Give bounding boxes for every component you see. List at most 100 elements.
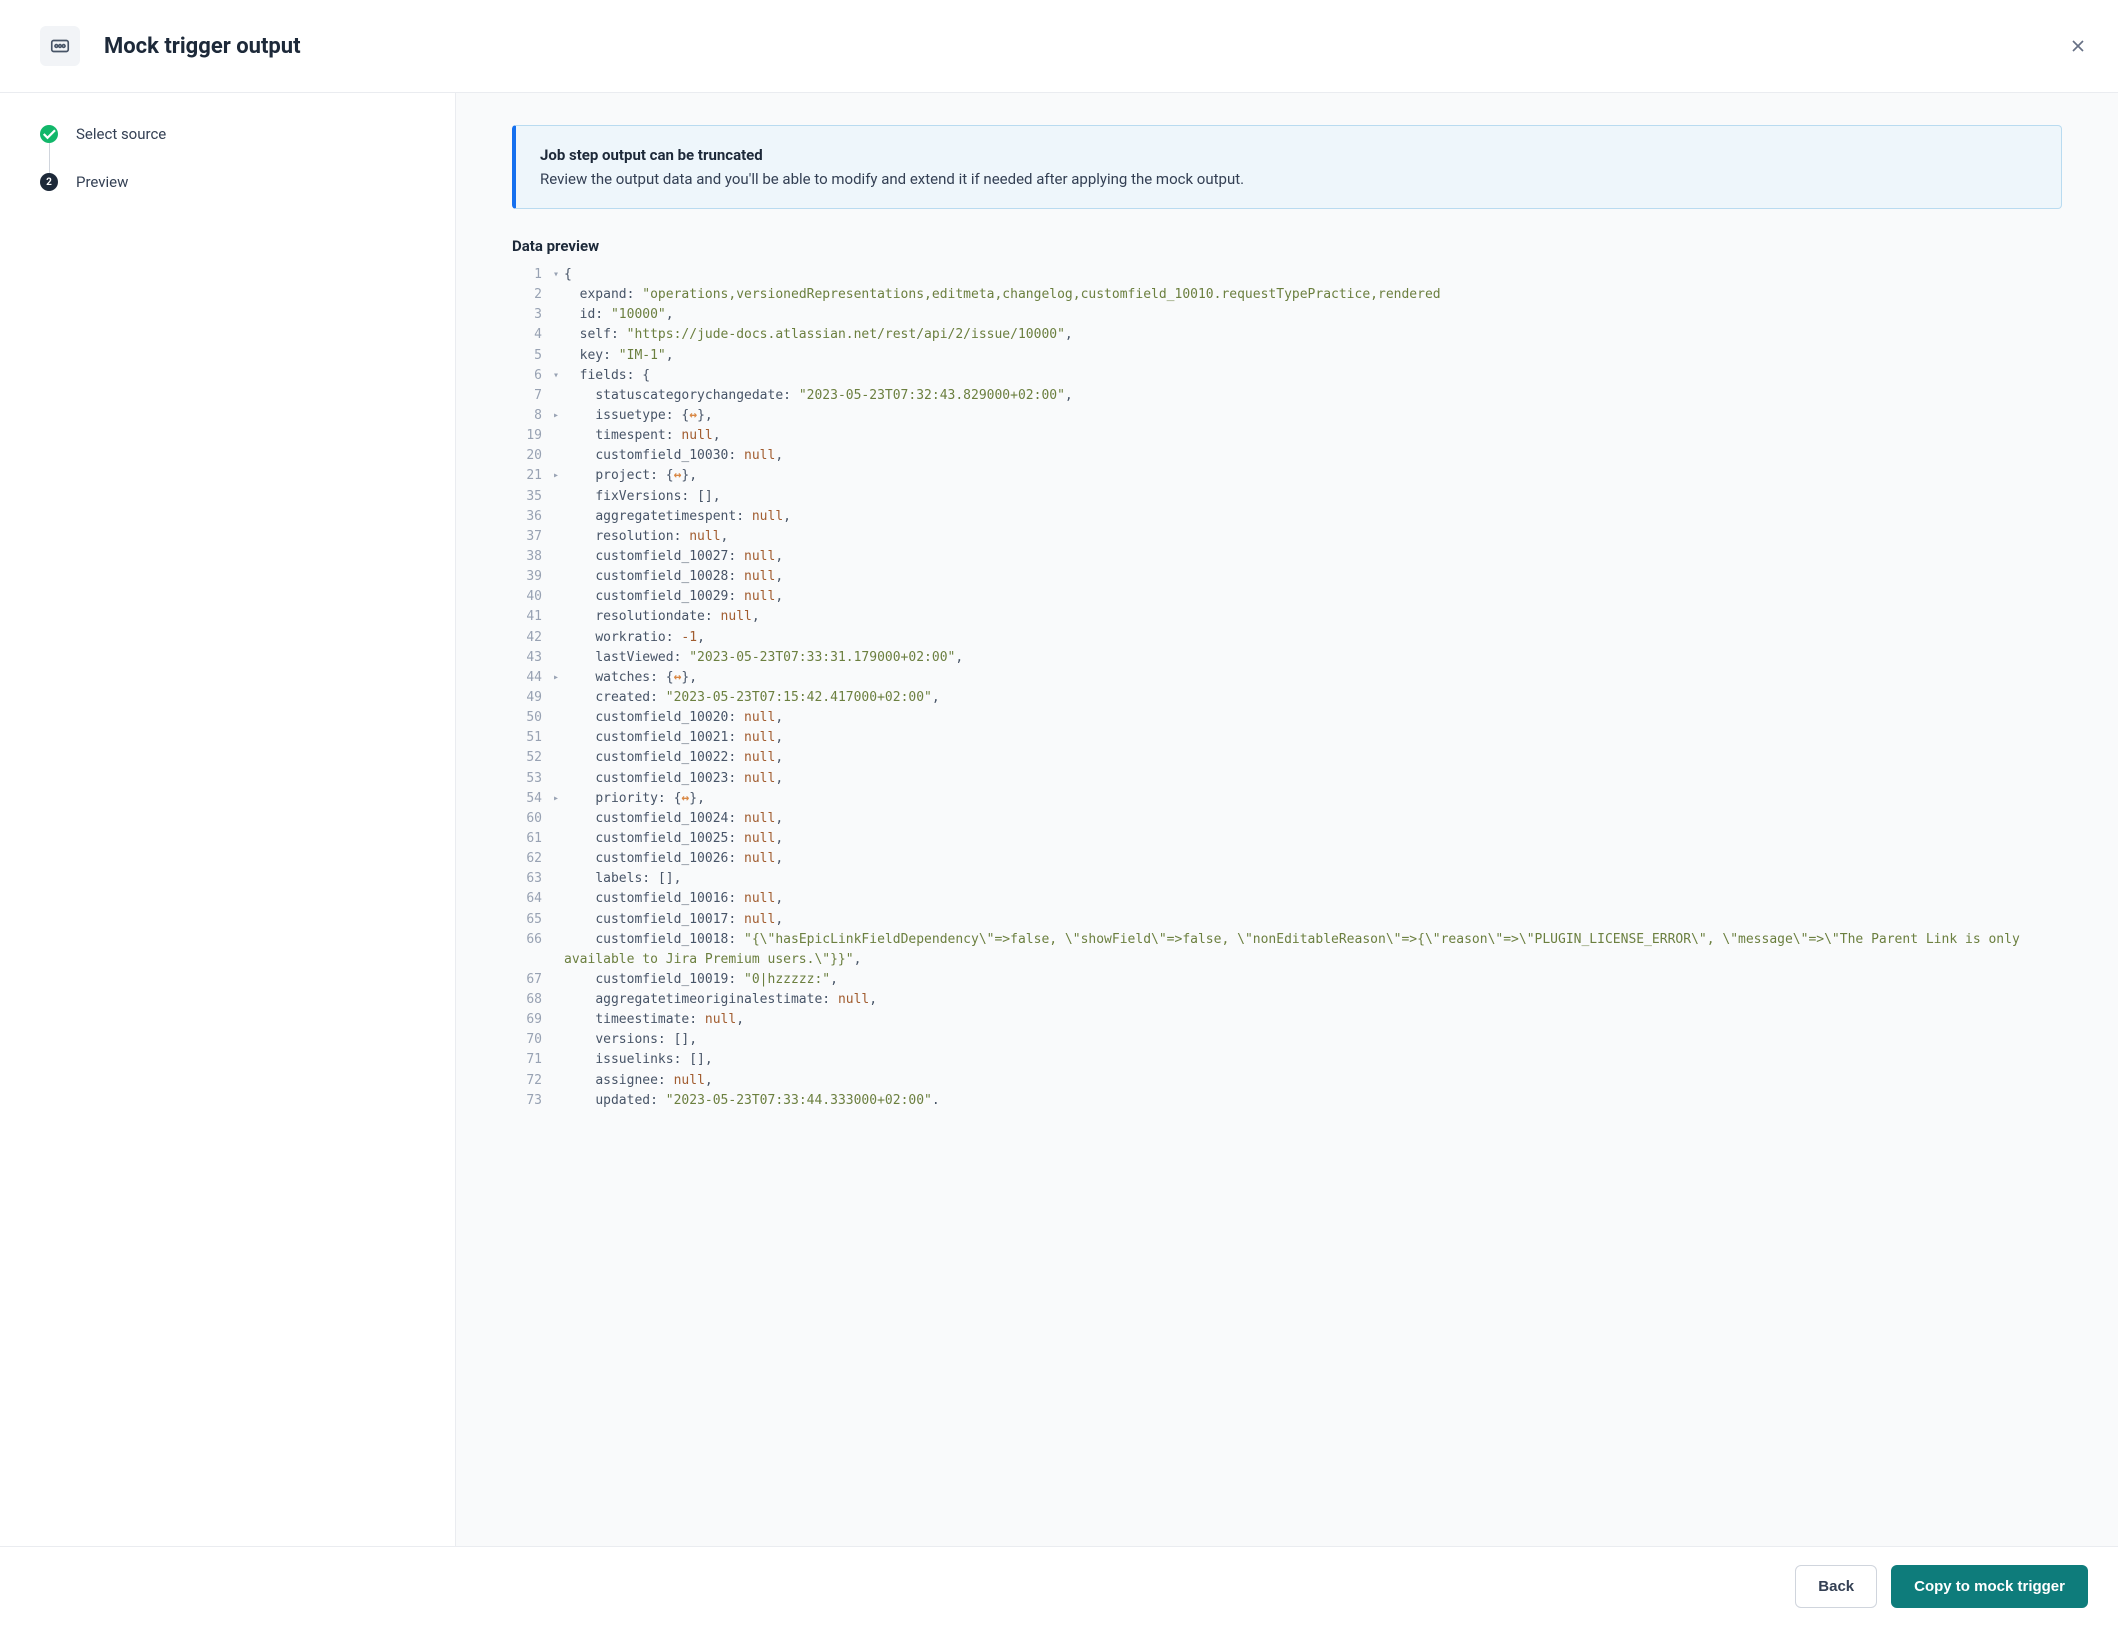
fold-toggle-icon bbox=[548, 607, 564, 627]
code-line: 6▾ fields: { bbox=[512, 366, 2062, 386]
code-line: 64 customfield_10016: null, bbox=[512, 889, 2062, 909]
code-line: 4 self: "https://jude-docs.atlassian.net… bbox=[512, 325, 2062, 345]
code-line: 20 customfield_10030: null, bbox=[512, 446, 2062, 466]
code-line: 49 created: "2023-05-23T07:15:42.417000+… bbox=[512, 688, 2062, 708]
line-number: 1 bbox=[512, 265, 548, 285]
code-content: statuscategorychangedate: "2023-05-23T07… bbox=[564, 386, 2062, 406]
code-content: versions: [], bbox=[564, 1030, 2062, 1050]
line-number: 70 bbox=[512, 1030, 548, 1050]
line-number: 64 bbox=[512, 889, 548, 909]
line-number: 69 bbox=[512, 1010, 548, 1030]
code-content: customfield_10019: "0|hzzzzz:", bbox=[564, 970, 2062, 990]
code-content: lastViewed: "2023-05-23T07:33:31.179000+… bbox=[564, 648, 2062, 668]
line-number: 43 bbox=[512, 648, 548, 668]
info-notice: Job step output can be truncated Review … bbox=[512, 125, 2062, 209]
line-number: 8 bbox=[512, 406, 548, 426]
fold-toggle-icon bbox=[548, 628, 564, 648]
code-line: 67 customfield_10019: "0|hzzzzz:", bbox=[512, 970, 2062, 990]
code-content: issuelinks: [], bbox=[564, 1050, 2062, 1070]
code-content: resolution: null, bbox=[564, 527, 2062, 547]
modal-footer: Back Copy to mock trigger bbox=[0, 1546, 2118, 1626]
code-content: aggregatetimespent: null, bbox=[564, 507, 2062, 527]
code-line: 52 customfield_10022: null, bbox=[512, 748, 2062, 768]
code-line: 19 timespent: null, bbox=[512, 426, 2062, 446]
fold-toggle-icon[interactable]: ▾ bbox=[548, 265, 564, 285]
fold-toggle-icon bbox=[548, 748, 564, 768]
fold-toggle-icon bbox=[548, 970, 564, 990]
line-number: 62 bbox=[512, 849, 548, 869]
code-content: key: "IM-1", bbox=[564, 346, 2062, 366]
code-content: customfield_10024: null, bbox=[564, 809, 2062, 829]
code-viewer[interactable]: 1▾{2 expand: "operations,versionedRepres… bbox=[512, 265, 2062, 1111]
copy-to-mock-trigger-button[interactable]: Copy to mock trigger bbox=[1891, 1565, 2088, 1608]
code-content: priority: {↔}, bbox=[564, 789, 2062, 809]
check-icon bbox=[40, 125, 58, 143]
fold-toggle-icon[interactable]: ▸ bbox=[548, 406, 564, 426]
step-label: Select source bbox=[76, 125, 166, 143]
fold-toggle-icon bbox=[548, 648, 564, 668]
step-select-source[interactable]: Select source bbox=[40, 125, 415, 143]
code-content: customfield_10020: null, bbox=[564, 708, 2062, 728]
line-number: 72 bbox=[512, 1071, 548, 1091]
back-button[interactable]: Back bbox=[1795, 1565, 1877, 1608]
line-number: 49 bbox=[512, 688, 548, 708]
fold-toggle-icon[interactable]: ▸ bbox=[548, 789, 564, 809]
code-content: customfield_10023: null, bbox=[564, 769, 2062, 789]
line-number: 21 bbox=[512, 466, 548, 486]
code-line: 61 customfield_10025: null, bbox=[512, 829, 2062, 849]
step-connector bbox=[49, 143, 50, 173]
line-number: 73 bbox=[512, 1091, 548, 1111]
fold-toggle-icon bbox=[548, 769, 564, 789]
fold-toggle-icon[interactable]: ▸ bbox=[548, 466, 564, 486]
code-line: 3 id: "10000", bbox=[512, 305, 2062, 325]
code-content: project: {↔}, bbox=[564, 466, 2062, 486]
fold-toggle-icon bbox=[548, 930, 564, 970]
code-content: created: "2023-05-23T07:15:42.417000+02:… bbox=[564, 688, 2062, 708]
code-line: 7 statuscategorychangedate: "2023-05-23T… bbox=[512, 386, 2062, 406]
code-line: 54▸ priority: {↔}, bbox=[512, 789, 2062, 809]
step-number-badge: 2 bbox=[40, 173, 58, 191]
line-number: 40 bbox=[512, 587, 548, 607]
line-number: 20 bbox=[512, 446, 548, 466]
fold-toggle-icon bbox=[548, 849, 564, 869]
code-content: customfield_10030: null, bbox=[564, 446, 2062, 466]
fold-toggle-icon bbox=[548, 547, 564, 567]
line-number: 39 bbox=[512, 567, 548, 587]
line-number: 53 bbox=[512, 769, 548, 789]
code-content: customfield_10021: null, bbox=[564, 728, 2062, 748]
line-number: 5 bbox=[512, 346, 548, 366]
fold-toggle-icon bbox=[548, 527, 564, 547]
fold-toggle-icon[interactable]: ▸ bbox=[548, 668, 564, 688]
close-icon[interactable] bbox=[2068, 36, 2088, 56]
code-content: workratio: -1, bbox=[564, 628, 2062, 648]
fold-toggle-icon bbox=[548, 426, 564, 446]
fold-toggle-icon bbox=[548, 708, 564, 728]
code-content: fields: { bbox=[564, 366, 2062, 386]
fold-toggle-icon bbox=[548, 829, 564, 849]
line-number: 65 bbox=[512, 910, 548, 930]
notice-title: Job step output can be truncated bbox=[540, 146, 2037, 164]
line-number: 3 bbox=[512, 305, 548, 325]
fold-toggle-icon bbox=[548, 728, 564, 748]
fold-toggle-icon[interactable]: ▾ bbox=[548, 366, 564, 386]
code-content: expand: "operations,versionedRepresentat… bbox=[564, 285, 2062, 305]
code-line: 68 aggregatetimeoriginalestimate: null, bbox=[512, 990, 2062, 1010]
fold-toggle-icon bbox=[548, 1091, 564, 1111]
fold-toggle-icon bbox=[548, 910, 564, 930]
code-content: customfield_10016: null, bbox=[564, 889, 2062, 909]
code-line: 44▸ watches: {↔}, bbox=[512, 668, 2062, 688]
steps-sidebar: Select source 2 Preview bbox=[0, 93, 456, 1549]
code-line: 2 expand: "operations,versionedRepresent… bbox=[512, 285, 2062, 305]
code-line: 41 resolutiondate: null, bbox=[512, 607, 2062, 627]
step-preview[interactable]: 2 Preview bbox=[40, 173, 415, 191]
line-number: 63 bbox=[512, 869, 548, 889]
line-number: 66 bbox=[512, 930, 548, 970]
code-content: updated: "2023-05-23T07:33:44.333000+02:… bbox=[564, 1091, 2062, 1111]
code-line: 43 lastViewed: "2023-05-23T07:33:31.1790… bbox=[512, 648, 2062, 668]
code-line: 37 resolution: null, bbox=[512, 527, 2062, 547]
fold-toggle-icon bbox=[548, 567, 564, 587]
line-number: 6 bbox=[512, 366, 548, 386]
fold-toggle-icon bbox=[548, 809, 564, 829]
line-number: 19 bbox=[512, 426, 548, 446]
line-number: 51 bbox=[512, 728, 548, 748]
